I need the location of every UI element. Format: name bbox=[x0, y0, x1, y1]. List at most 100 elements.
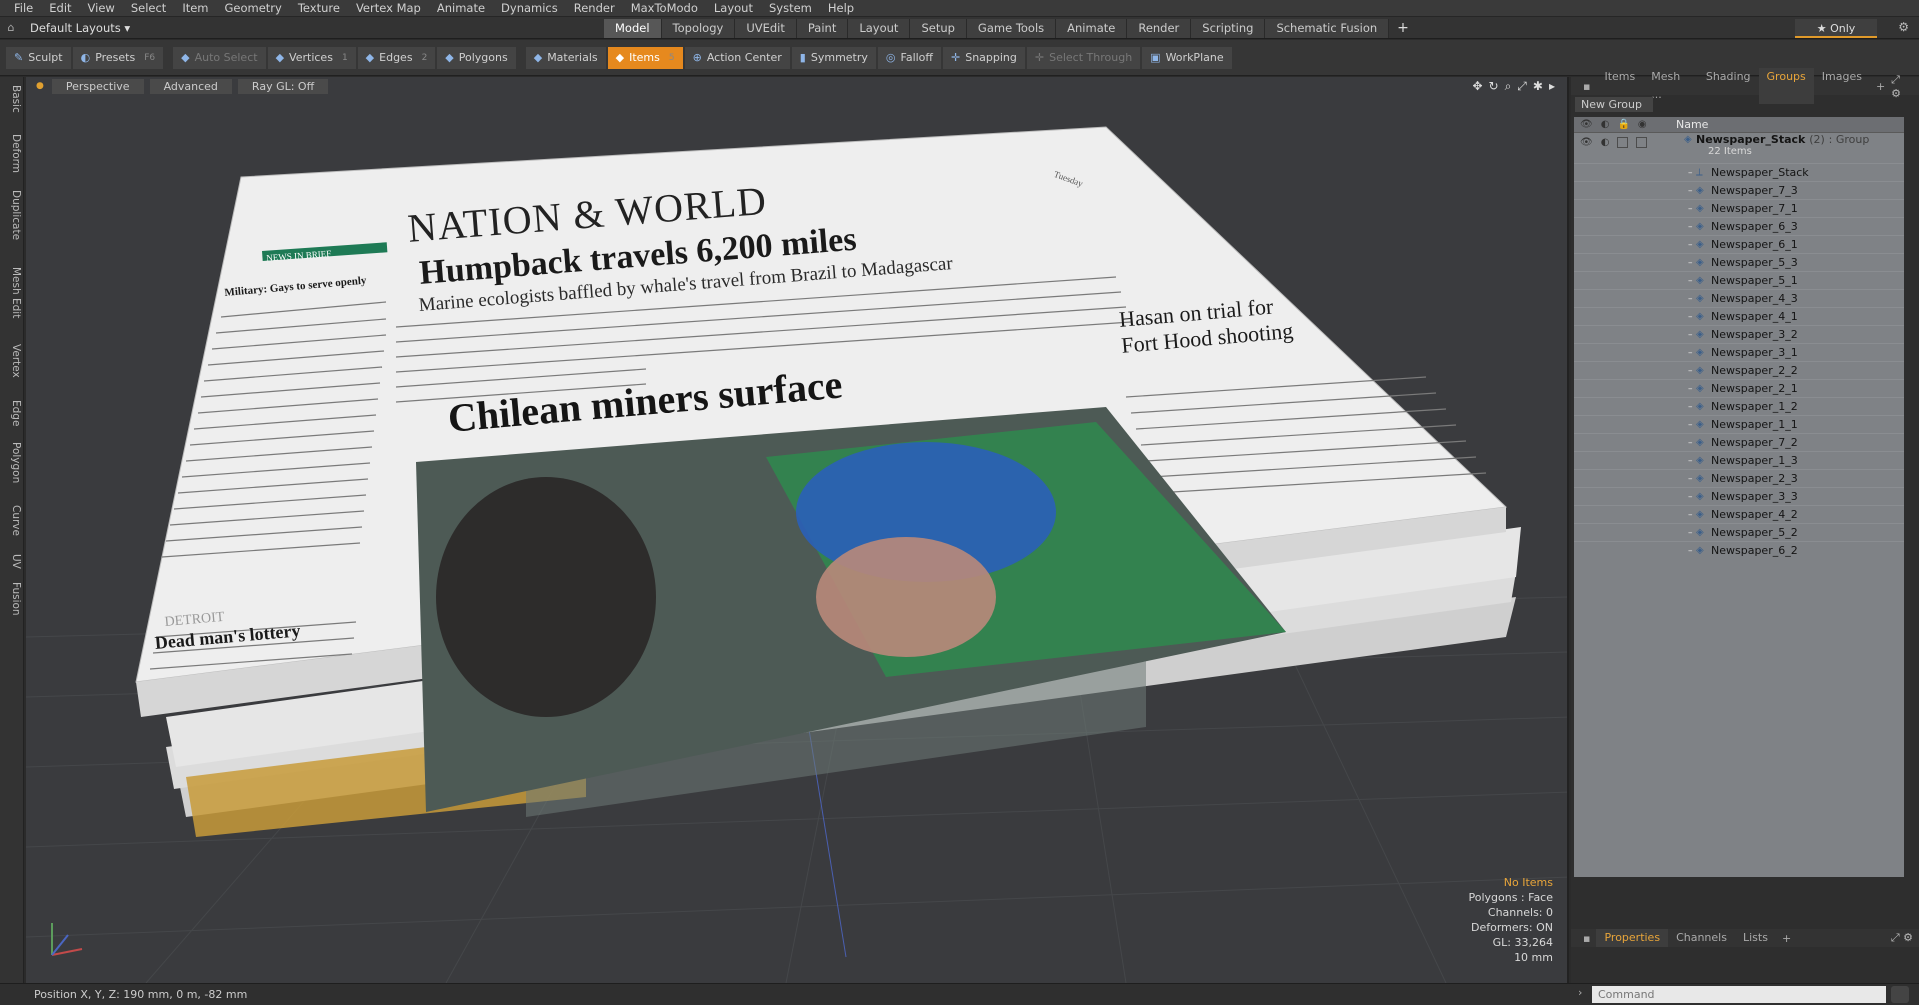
tab-animate[interactable]: Animate bbox=[1056, 19, 1128, 38]
menu-item[interactable]: Item bbox=[174, 0, 216, 17]
panel-tab-images[interactable]: Images bbox=[1814, 68, 1870, 104]
menu-system[interactable]: System bbox=[761, 0, 820, 17]
tree-item-row[interactable]: – ◈ Newspaper_1_3 bbox=[1574, 451, 1904, 469]
menu-edit[interactable]: Edit bbox=[41, 0, 79, 17]
tree-item-row[interactable]: – ◈ Newspaper_5_2 bbox=[1574, 523, 1904, 541]
menu-texture[interactable]: Texture bbox=[290, 0, 348, 17]
props-tab-lists[interactable]: Lists bbox=[1735, 929, 1776, 947]
menu-animate[interactable]: Animate bbox=[429, 0, 493, 17]
menu-select[interactable]: Select bbox=[123, 0, 174, 17]
tree-item-row[interactable]: – ◈ Newspaper_3_1 bbox=[1574, 343, 1904, 361]
tree-item-row[interactable]: – ◈ Newspaper_5_1 bbox=[1574, 271, 1904, 289]
lock-col-icon[interactable]: 🔒 bbox=[1617, 119, 1629, 130]
tree-item-row[interactable]: – ◈ Newspaper_2_2 bbox=[1574, 361, 1904, 379]
tree-item-row[interactable]: – ◈ Newspaper_6_3 bbox=[1574, 217, 1904, 235]
layout-selector[interactable]: Default Layouts ▾ bbox=[22, 21, 138, 35]
polygons-button[interactable]: ◆ Polygons bbox=[437, 46, 516, 69]
edges-button[interactable]: ◆ Edges 2 bbox=[357, 46, 436, 69]
tab-scripting[interactable]: Scripting bbox=[1191, 19, 1266, 38]
command-history-button[interactable] bbox=[1891, 986, 1909, 1003]
menu-dynamics[interactable]: Dynamics bbox=[493, 0, 566, 17]
panel-menu-icon[interactable]: ▪ bbox=[1577, 80, 1596, 93]
render-col-icon[interactable]: ◐ bbox=[1601, 119, 1610, 130]
auto-select-button[interactable]: ◆ Auto Select bbox=[173, 46, 266, 69]
tab-layout[interactable]: Layout bbox=[848, 19, 911, 38]
menu-geometry[interactable]: Geometry bbox=[217, 0, 290, 17]
name-column-header[interactable]: Name bbox=[1670, 118, 1708, 131]
tree-item-row[interactable]: – ◈ Newspaper_3_3 bbox=[1574, 487, 1904, 505]
tree-item-row[interactable]: – ◈ Newspaper_2_3 bbox=[1574, 469, 1904, 487]
symmetry-button[interactable]: ▮ Symmetry bbox=[791, 46, 876, 69]
items-button[interactable]: ◆ Items 5 bbox=[607, 46, 683, 69]
command-input[interactable]: Command bbox=[1592, 986, 1886, 1003]
group-visibility-icon[interactable]: 👁 bbox=[1580, 137, 1593, 148]
menu-view[interactable]: View bbox=[80, 0, 123, 17]
tree-item-row[interactable]: – ◈ Newspaper_4_1 bbox=[1574, 307, 1904, 325]
perspective-button[interactable]: Perspective bbox=[51, 78, 144, 94]
expand-arrow-icon[interactable]: ▸ bbox=[1549, 79, 1555, 94]
props-menu-icon[interactable]: ▪ bbox=[1577, 932, 1596, 945]
home-icon[interactable]: ⌂ bbox=[0, 21, 22, 34]
panel-options-icon[interactable]: ⤢ ⚙ bbox=[1891, 73, 1919, 100]
tab-paint[interactable]: Paint bbox=[796, 19, 849, 38]
action-center-button[interactable]: ⊕ Action Center bbox=[684, 46, 790, 69]
tree-item-row[interactable]: – ◈ Newspaper_5_3 bbox=[1574, 253, 1904, 271]
tab-game-tools[interactable]: Game Tools bbox=[966, 19, 1057, 38]
group-render-icon[interactable]: ◐ bbox=[1601, 137, 1610, 148]
sculpt-button[interactable]: ✎ Sculpt bbox=[6, 46, 71, 69]
falloff-button[interactable]: ◎ Falloff bbox=[877, 46, 941, 69]
group-row-newspaper-stack[interactable]: 👁 ◐ ◈ Newspaper_Stack (2) : Group 22 Ite… bbox=[1574, 133, 1904, 163]
workplane-button[interactable]: ▣ WorkPlane bbox=[1142, 46, 1232, 69]
tree-item-row[interactable]: – ◈ Newspaper_7_3 bbox=[1574, 181, 1904, 199]
tab-schematic-fusion[interactable]: Schematic Fusion bbox=[1265, 19, 1390, 38]
3d-viewport[interactable]: NATION & WORLD Humpback travels 6,200 mi… bbox=[26, 77, 1569, 983]
zoom-icon[interactable]: ⌕ bbox=[1505, 79, 1512, 94]
window-menu-icon[interactable]: ⚙ bbox=[1898, 20, 1909, 34]
add-layout-tab-icon[interactable]: + bbox=[1389, 19, 1417, 38]
select-col-icon[interactable]: ◉ bbox=[1638, 119, 1647, 130]
menu-help[interactable]: Help bbox=[820, 0, 862, 17]
tab-topology[interactable]: Topology bbox=[661, 19, 736, 38]
props-tab-properties[interactable]: Properties bbox=[1596, 929, 1669, 947]
viewport-options-icon[interactable]: ● bbox=[36, 81, 44, 91]
tree-item-row[interactable]: – ◈ Newspaper_4_2 bbox=[1574, 505, 1904, 523]
tab-model[interactable]: Model bbox=[604, 19, 662, 38]
maximize-icon[interactable]: ⤢ bbox=[1517, 79, 1527, 94]
tab-setup[interactable]: Setup bbox=[910, 19, 967, 38]
tab-uvedit[interactable]: UVEdit bbox=[735, 19, 797, 38]
group-select-checkbox[interactable] bbox=[1636, 137, 1648, 148]
menu-file[interactable]: File bbox=[6, 0, 41, 17]
tree-item-row[interactable]: – ◈ Newspaper_1_2 bbox=[1574, 397, 1904, 415]
snapping-button[interactable]: ✛ Snapping bbox=[943, 46, 1025, 69]
visibility-col-icon[interactable]: 👁 bbox=[1580, 119, 1593, 130]
menu-maxtomodo[interactable]: MaxToModo bbox=[623, 0, 706, 17]
advanced-button[interactable]: Advanced bbox=[149, 78, 232, 94]
group-lock-checkbox[interactable] bbox=[1617, 137, 1629, 148]
new-group-button[interactable]: New Group bbox=[1575, 96, 1653, 112]
tree-item-row[interactable]: – ◈ Newspaper_1_1 bbox=[1574, 415, 1904, 433]
menu-vertex-map[interactable]: Vertex Map bbox=[348, 0, 429, 17]
settings-icon[interactable]: ✱ bbox=[1533, 79, 1543, 94]
materials-button[interactable]: ◆ Materials bbox=[525, 46, 606, 69]
panel-tab-shading[interactable]: Shading bbox=[1698, 68, 1759, 104]
tree-item-row[interactable]: – ⟂ Newspaper_Stack bbox=[1574, 163, 1904, 181]
tree-item-row[interactable]: – ◈ Newspaper_4_3 bbox=[1574, 289, 1904, 307]
tree-item-row[interactable]: – ◈ Newspaper_2_1 bbox=[1574, 379, 1904, 397]
tree-item-row[interactable]: – ◈ Newspaper_7_1 bbox=[1574, 199, 1904, 217]
raygl-button[interactable]: Ray GL: Off bbox=[237, 78, 329, 94]
panel-tab-groups[interactable]: Groups bbox=[1758, 68, 1814, 104]
presets-button[interactable]: ◐ Presets F6 bbox=[72, 46, 164, 69]
props-add-tab-icon[interactable]: + bbox=[1776, 932, 1797, 945]
tree-item-row[interactable]: – ◈ Newspaper_7_2 bbox=[1574, 433, 1904, 451]
pan-icon[interactable]: ✥ bbox=[1472, 79, 1482, 94]
vertices-button[interactable]: ◆ Vertices 1 bbox=[267, 46, 356, 69]
rotate-icon[interactable]: ↻ bbox=[1489, 79, 1499, 94]
select-through-button[interactable]: ✛ Select Through bbox=[1026, 46, 1141, 69]
group-tree[interactable]: 👁 ◐ 🔒 ◉ Name 👁 ◐ ◈ Newspaper_Stack (2) :… bbox=[1574, 117, 1904, 877]
only-button[interactable]: ★ Only bbox=[1795, 19, 1877, 38]
tree-item-row[interactable]: – ◈ Newspaper_3_2 bbox=[1574, 325, 1904, 343]
tree-item-row[interactable]: – ◈ Newspaper_6_1 bbox=[1574, 235, 1904, 253]
add-tab-icon[interactable]: + bbox=[1870, 80, 1891, 93]
tab-render[interactable]: Render bbox=[1127, 19, 1192, 38]
tree-item-row[interactable]: – ◈ Newspaper_6_2 bbox=[1574, 541, 1904, 559]
